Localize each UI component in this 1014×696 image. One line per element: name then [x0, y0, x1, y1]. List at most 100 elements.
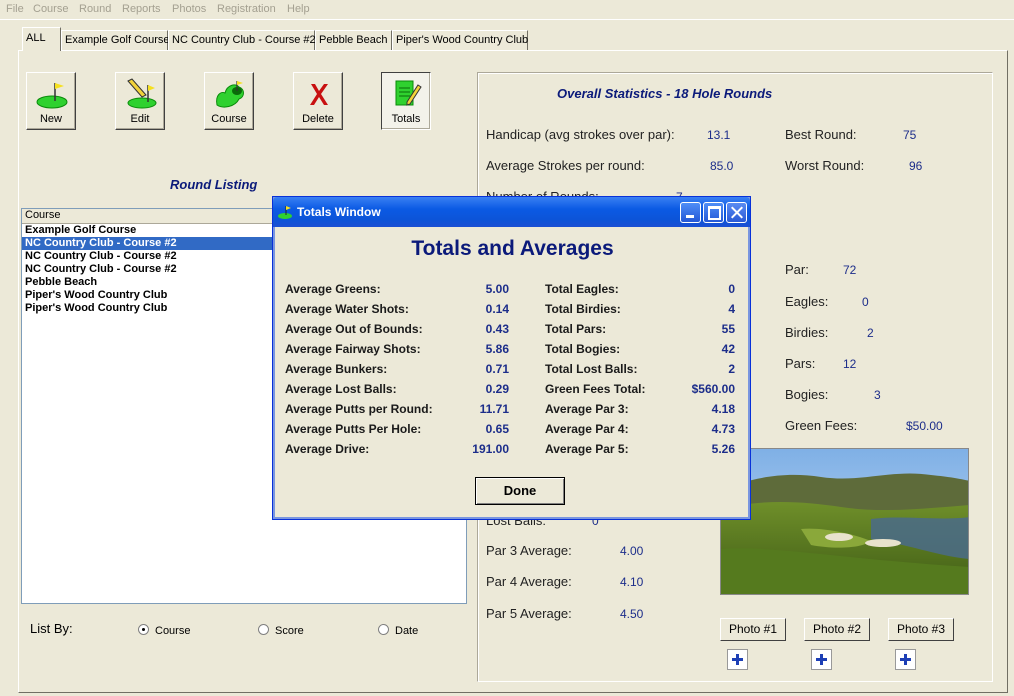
dialog-title-bar[interactable]: Totals Window	[273, 197, 750, 227]
par3-average-label: Par 3 Average:	[486, 543, 572, 558]
totals-right-value: 5.26	[665, 442, 735, 456]
tab-nc-country-club[interactable]: NC Country Club - Course #2	[168, 30, 315, 50]
menu-registration[interactable]: Registration	[217, 3, 276, 15]
totals-right-value: 4.73	[665, 422, 735, 436]
totals-left-label: Average Fairway Shots:	[285, 342, 421, 356]
new-label: New	[27, 113, 75, 125]
par5-average-value: 4.50	[620, 607, 643, 621]
par3-average-value: 4.00	[620, 544, 643, 558]
totals-right-label: Total Pars:	[545, 322, 606, 336]
edit-button[interactable]: Edit	[115, 72, 165, 130]
totals-right-label: Total Birdies:	[545, 302, 621, 316]
photo-3-button[interactable]: Photo #3	[888, 618, 954, 641]
round-listing-title: Round Listing	[170, 177, 257, 192]
photo-1-button[interactable]: Photo #1	[720, 618, 786, 641]
new-button[interactable]: New	[26, 72, 76, 130]
totals-right-label: Total Lost Balls:	[545, 362, 637, 376]
tab-pipers-wood[interactable]: Piper's Wood Country Club	[392, 30, 528, 50]
totals-left-label: Average Putts Per Hole:	[285, 422, 421, 436]
bogies-label: Bogies:	[785, 387, 828, 402]
golf-app-icon	[277, 204, 293, 220]
best-round-label: Best Round:	[785, 127, 857, 142]
totals-left-value: 5.00	[440, 282, 509, 296]
add-photo-1-icon[interactable]	[727, 649, 748, 670]
list-header-course[interactable]: Course	[22, 209, 276, 224]
menu-reports[interactable]: Reports	[122, 3, 161, 15]
totals-left-label: Average Drive:	[285, 442, 369, 456]
menu-help[interactable]: Help	[287, 3, 310, 15]
radio-course[interactable]: Course	[138, 624, 190, 637]
radio-score[interactable]: Score	[258, 624, 304, 637]
done-button[interactable]: Done	[475, 477, 565, 505]
minimize-icon[interactable]	[680, 202, 701, 223]
radio-dot[interactable]	[258, 624, 269, 635]
birdies-value: 2	[867, 326, 874, 340]
radio-dot[interactable]	[378, 624, 389, 635]
worst-round-label: Worst Round:	[785, 158, 864, 173]
tab-pebble-beach[interactable]: Pebble Beach	[315, 30, 392, 50]
totals-window: Totals Window Totals and Averages	[272, 196, 751, 520]
bogies-value: 3	[874, 388, 881, 402]
totals-notepad-icon	[390, 77, 424, 111]
totals-right-label: Total Eagles:	[545, 282, 619, 296]
avg-strokes-value: 85.0	[710, 159, 733, 173]
close-icon[interactable]	[726, 202, 747, 223]
course-button[interactable]: Course	[204, 72, 254, 130]
par4-average-value: 4.10	[620, 575, 643, 589]
golf-green-icon	[35, 77, 69, 111]
menu-photos[interactable]: Photos	[172, 3, 206, 15]
totals-button[interactable]: Totals	[381, 72, 431, 130]
totals-left-label: Average Greens:	[285, 282, 381, 296]
par5-average-label: Par 5 Average:	[486, 606, 572, 621]
radio-date-label: Date	[395, 625, 418, 637]
totals-right-label: Average Par 4:	[545, 422, 629, 436]
delete-button[interactable]: Delete	[293, 72, 343, 130]
par4-average-label: Par 4 Average:	[486, 574, 572, 589]
totals-left-label: Average Bunkers:	[285, 362, 387, 376]
par-value: 72	[843, 263, 856, 277]
birdies-label: Birdies:	[785, 325, 828, 340]
totals-right-label: Average Par 5:	[545, 442, 629, 456]
eagles-label: Eagles:	[785, 294, 828, 309]
radio-score-label: Score	[275, 625, 304, 637]
totals-left-value: 0.43	[440, 322, 509, 336]
menu-bar: File Course Round Reports Photos Registr…	[0, 0, 1014, 19]
best-round-value: 75	[903, 128, 916, 142]
golf-landscape-image	[721, 449, 969, 595]
green-fees-label: Green Fees:	[785, 418, 857, 433]
totals-left-label: Average Water Shots:	[285, 302, 409, 316]
totals-left-value: 11.71	[440, 402, 509, 416]
totals-right-label: Total Bogies:	[545, 342, 620, 356]
photo-2-button[interactable]: Photo #2	[804, 618, 870, 641]
totals-right-label: Average Par 3:	[545, 402, 629, 416]
totals-left-value: 0.71	[440, 362, 509, 376]
totals-left-value: 191.00	[440, 442, 509, 456]
tab-example-golf-course[interactable]: Example Golf Course	[61, 30, 168, 50]
pars-value: 12	[843, 357, 856, 371]
totals-right-label: Green Fees Total:	[545, 382, 645, 396]
add-photo-3-icon[interactable]	[895, 649, 916, 670]
maximize-icon[interactable]	[703, 202, 724, 223]
green-fees-value: $50.00	[906, 419, 943, 433]
list-by-label: List By:	[30, 621, 73, 636]
dialog-heading: Totals and Averages	[273, 237, 752, 261]
menu-course[interactable]: Course	[33, 3, 68, 15]
add-photo-2-icon[interactable]	[811, 649, 832, 670]
totals-left-value: 0.14	[440, 302, 509, 316]
totals-left-value: 5.86	[440, 342, 509, 356]
totals-label: Totals	[382, 113, 430, 125]
menu-round[interactable]: Round	[79, 3, 111, 15]
eagles-value: 0	[862, 295, 869, 309]
tab-all[interactable]: ALL	[22, 27, 61, 51]
radio-date[interactable]: Date	[378, 624, 418, 637]
edit-pencil-icon	[124, 77, 158, 111]
edit-label: Edit	[116, 113, 164, 125]
handicap-label: Handicap (avg strokes over par):	[486, 127, 675, 142]
radio-dot[interactable]	[138, 624, 149, 635]
par-label: Par:	[785, 262, 809, 277]
menu-file[interactable]: File	[6, 3, 24, 15]
menu-divider	[0, 19, 1014, 20]
totals-right-value: 2	[665, 362, 735, 376]
course-photo[interactable]	[720, 448, 969, 595]
totals-right-value: 55	[665, 322, 735, 336]
